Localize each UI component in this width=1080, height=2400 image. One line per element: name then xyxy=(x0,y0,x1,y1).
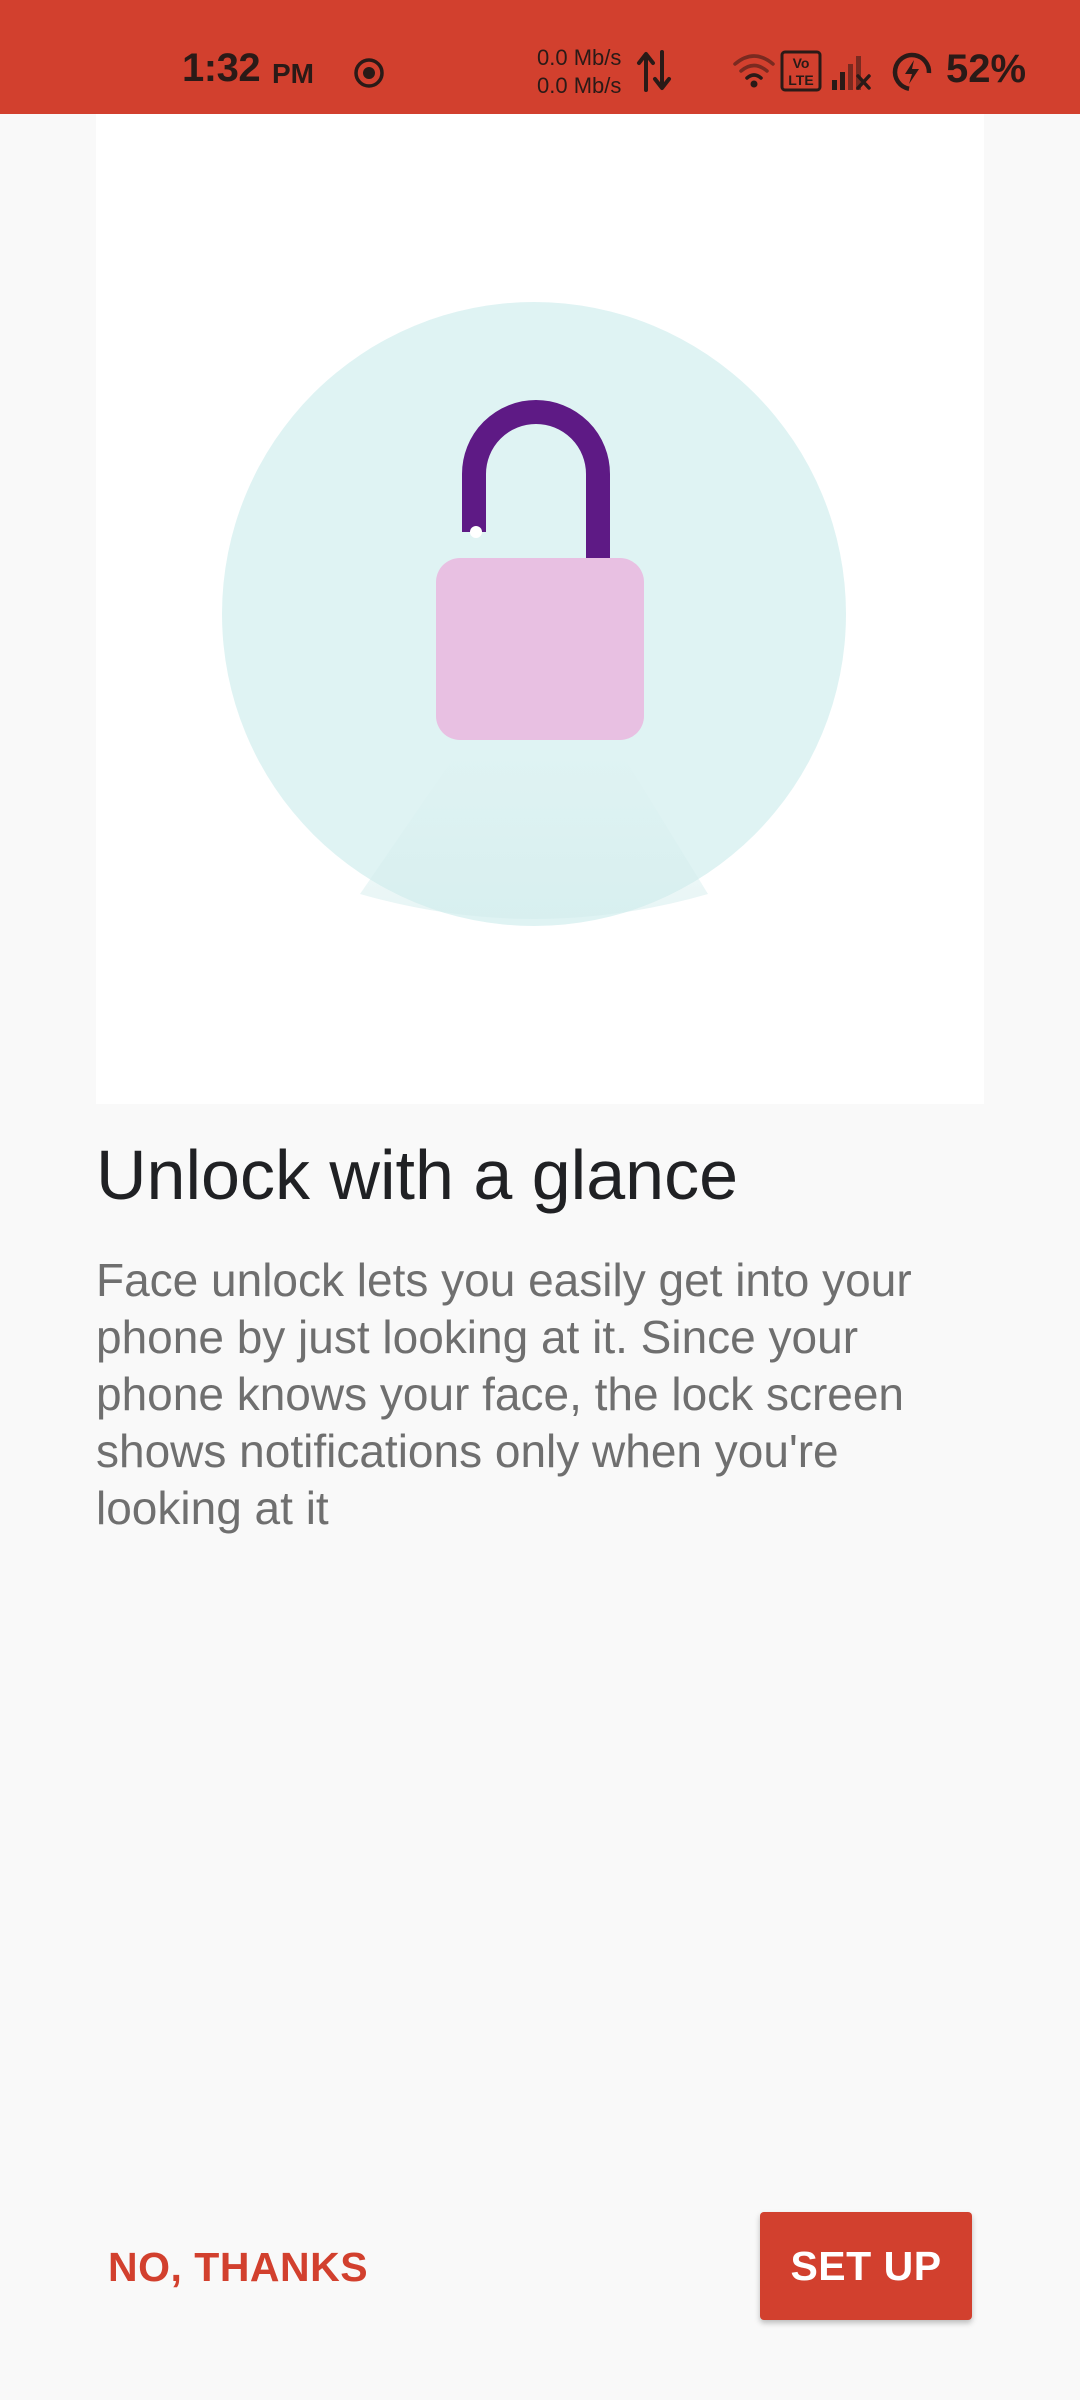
data-arrows-icon xyxy=(637,50,671,92)
status-time: 1:32 xyxy=(182,46,261,90)
illustration-card xyxy=(96,114,984,1104)
page-title: Unlock with a glance xyxy=(96,1136,738,1214)
no-thanks-button[interactable]: NO, THANKS xyxy=(96,2212,380,2322)
svg-text:LTE: LTE xyxy=(788,72,813,88)
screen-record-icon xyxy=(354,58,384,88)
padlock-body xyxy=(436,558,644,740)
status-bar: 1:32 PM 0.0 Mb/s 0.0 Mb/s Vo LTE 52% xyxy=(0,0,1080,114)
battery-percent: 52% xyxy=(946,47,1027,91)
set-up-button[interactable]: SET UP xyxy=(760,2212,972,2320)
unlocked-padlock-icon xyxy=(222,302,846,926)
volte-label: Vo xyxy=(793,55,810,71)
battery-saver-icon xyxy=(892,52,932,92)
network-speed-up: 0.0 Mb/s xyxy=(537,45,622,70)
network-speed: 0.0 Mb/s 0.0 Mb/s xyxy=(537,44,621,100)
network-speed-down: 0.0 Mb/s xyxy=(537,73,622,98)
page-description: Face unlock lets you easily get into you… xyxy=(96,1254,912,1534)
volte-icon: Vo LTE xyxy=(780,50,822,92)
signal-icon xyxy=(832,56,871,90)
status-ampm: PM xyxy=(272,58,314,89)
wifi-icon xyxy=(733,54,775,88)
